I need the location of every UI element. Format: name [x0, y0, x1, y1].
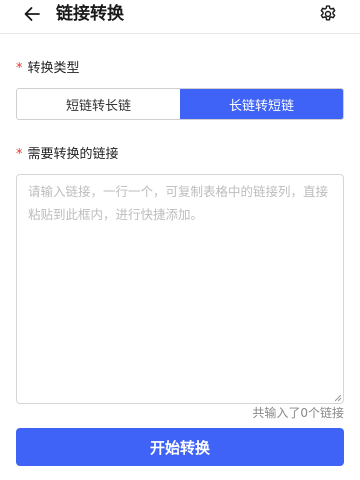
settings-button[interactable]: [318, 4, 338, 24]
gear-icon: [320, 5, 336, 21]
arrow-left-icon: [24, 7, 40, 21]
required-mark: *: [16, 147, 23, 162]
start-conversion-button[interactable]: 开始转换: [16, 428, 344, 466]
links-textarea[interactable]: [16, 174, 344, 404]
resize-grip-icon[interactable]: [333, 393, 342, 402]
conversion-type-label: * 转换类型: [16, 60, 80, 78]
link-count: 共输入了0个链接: [252, 406, 344, 420]
tab-short-to-long[interactable]: 短链转长链: [17, 89, 180, 119]
conversion-type-label-text: 转换类型: [27, 61, 80, 76]
back-button[interactable]: [22, 4, 42, 24]
tab-long-to-short[interactable]: 长链转短链: [180, 89, 343, 119]
link-conversion-page: 链接转换 * 转换类型 短链转长链 长链转短链 * 需要转换的链接 共输入了0个链接…: [0, 0, 360, 480]
header-bar: 链接转换: [0, 0, 360, 34]
page-title: 链接转换: [56, 4, 124, 24]
conversion-type-selector: 短链转长链 长链转短链: [16, 88, 344, 120]
links-input-label-text: 需要转换的链接: [27, 147, 119, 162]
links-input-label: * 需要转换的链接: [16, 146, 119, 164]
required-mark: *: [16, 61, 23, 76]
